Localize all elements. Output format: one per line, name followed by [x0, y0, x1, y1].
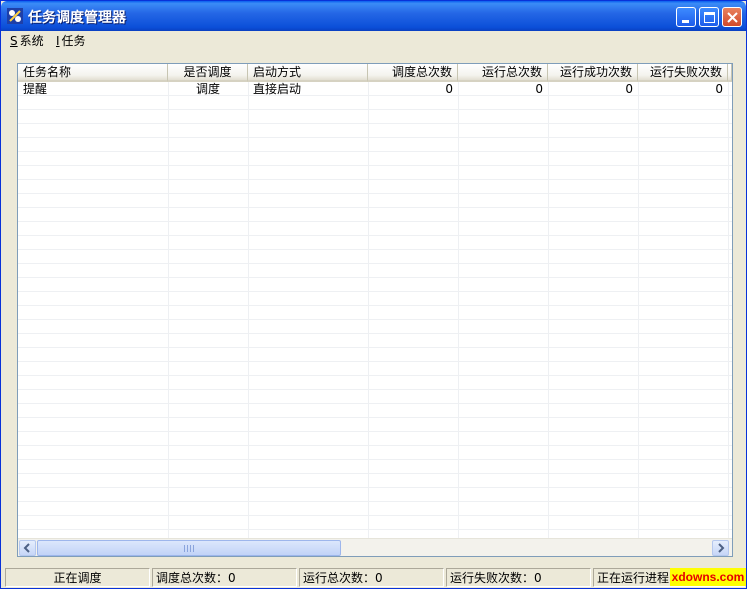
- list-header: 任务名称 是否调度 启动方式 调度总次数 运行总次数 运行成功次数 运行失败次数: [18, 64, 732, 82]
- title-bar[interactable]: 任务调度管理器: [1, 1, 746, 31]
- menu-task-accel: I: [56, 34, 60, 48]
- main-window: 任务调度管理器 S 系统 I 任务 任务名称 是否调度 启动方式 调度总次数 运…: [0, 0, 747, 589]
- cell-run-success: 0: [625, 82, 633, 96]
- client-area: 任务名称 是否调度 启动方式 调度总次数 运行总次数 运行成功次数 运行失败次数…: [5, 51, 742, 565]
- menu-bar: S 系统 I 任务: [1, 31, 746, 51]
- cell-start-mode: 直接启动: [253, 82, 302, 96]
- cell-is-scheduled: 调度: [195, 82, 220, 96]
- column-header-run-failed[interactable]: 运行失败次数: [638, 64, 728, 82]
- grid-line: [458, 82, 459, 538]
- scroll-grip: [184, 545, 194, 552]
- grid-line: [638, 82, 639, 538]
- grid-line: [368, 82, 369, 538]
- menu-task-label: 任务: [61, 34, 86, 48]
- scroll-thumb[interactable]: [37, 540, 341, 556]
- column-header-task-name[interactable]: 任务名称: [18, 64, 168, 82]
- watermark: xdowns.com: [670, 568, 746, 586]
- menu-system-accel: S: [10, 34, 18, 48]
- status-bar: 正在调度 调度总次数：0 运行总次数：0 运行失败次数：0 正在运行进程: [1, 566, 746, 588]
- menu-system[interactable]: S 系统: [10, 33, 44, 49]
- status-run-total: 运行总次数：0: [299, 568, 444, 587]
- minimize-button[interactable]: [676, 7, 696, 27]
- close-button[interactable]: [722, 7, 742, 27]
- column-header-start-mode[interactable]: 启动方式: [248, 64, 368, 82]
- cell-task-name: 提醒: [23, 82, 48, 96]
- task-list[interactable]: 任务名称 是否调度 启动方式 调度总次数 运行总次数 运行成功次数 运行失败次数…: [17, 63, 733, 557]
- column-header-run-total[interactable]: 运行总次数: [458, 64, 548, 82]
- status-scheduling: 正在调度: [5, 568, 150, 587]
- app-icon: [7, 8, 23, 24]
- table-row[interactable]: 提醒 调度 直接启动 0 0 0 0: [18, 82, 732, 96]
- cell-schedule-total: 0: [445, 82, 453, 96]
- scroll-right-button[interactable]: [712, 540, 729, 556]
- cell-run-failed: 0: [715, 82, 723, 96]
- horizontal-scrollbar[interactable]: [18, 538, 732, 556]
- close-icon: [727, 12, 738, 23]
- menu-task[interactable]: I 任务: [56, 33, 86, 49]
- scroll-left-button[interactable]: [19, 540, 36, 556]
- cell-run-total: 0: [535, 82, 543, 96]
- grid-line: [248, 82, 249, 538]
- status-schedule-total: 调度总次数：0: [152, 568, 297, 587]
- column-header-schedule-total[interactable]: 调度总次数: [368, 64, 458, 82]
- column-header-run-success[interactable]: 运行成功次数: [548, 64, 638, 82]
- maximize-icon: [704, 12, 715, 23]
- grid-line: [548, 82, 549, 538]
- menu-system-label: 系统: [19, 34, 44, 48]
- column-header-is-scheduled[interactable]: 是否调度: [168, 64, 248, 82]
- arrow-left-icon: [23, 543, 30, 553]
- window-title: 任务调度管理器: [28, 10, 126, 26]
- maximize-button[interactable]: [699, 7, 719, 27]
- minimize-icon: [682, 20, 689, 23]
- grid-line: [728, 82, 729, 538]
- column-header-filler: [728, 64, 732, 82]
- grid-line: [168, 82, 169, 538]
- status-run-failed: 运行失败次数：0: [446, 568, 591, 587]
- list-body: 提醒 调度 直接启动 0 0 0 0: [18, 82, 732, 538]
- arrow-right-icon: [718, 543, 725, 553]
